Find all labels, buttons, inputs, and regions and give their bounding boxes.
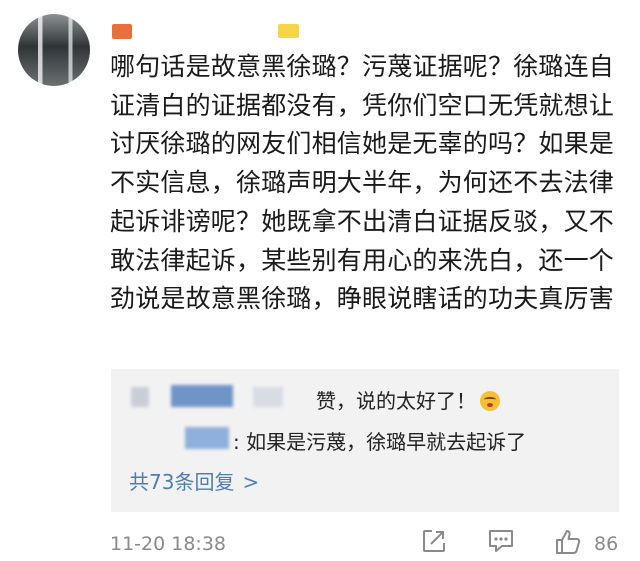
like-count: 86: [594, 533, 619, 555]
comment-icon[interactable]: [487, 528, 515, 558]
reply-text: 赞，说的太好了！: [316, 389, 476, 413]
share-icon[interactable]: [421, 528, 447, 558]
blush-emoji-icon: [480, 391, 500, 411]
more-replies-label: 共73条回复: [129, 470, 235, 494]
user-badge: [278, 24, 299, 38]
reply-item: 赞，说的太好了！: [316, 385, 500, 414]
reply-avatar-blurred: [131, 387, 149, 407]
reply-username-blurred[interactable]: [185, 427, 229, 449]
more-replies-link[interactable]: 共73条回复 >: [129, 466, 259, 495]
reply-username-blurred[interactable]: [171, 385, 233, 407]
like-icon[interactable]: [554, 528, 582, 560]
reply-box: 赞，说的太好了！ : 如果是污蔑，徐璐早就去起诉了 共73条回复 >: [111, 369, 619, 512]
reply-username-blurred: [253, 387, 283, 407]
username-blurred[interactable]: [112, 24, 132, 39]
comment-timestamp: 11-20 18:38: [110, 533, 227, 555]
comment-body: 哪句话是故意黑徐璐？污蔑证据呢？徐璐连自证清白的证据都没有，凭你们空口无凭就想让…: [110, 52, 615, 314]
chevron-right-icon: >: [242, 470, 260, 494]
user-avatar[interactable]: [18, 14, 90, 86]
reply-text: : 如果是污蔑，徐璐早就去起诉了: [233, 430, 527, 454]
reply-item: : 如果是污蔑，徐璐早就去起诉了: [233, 426, 526, 455]
